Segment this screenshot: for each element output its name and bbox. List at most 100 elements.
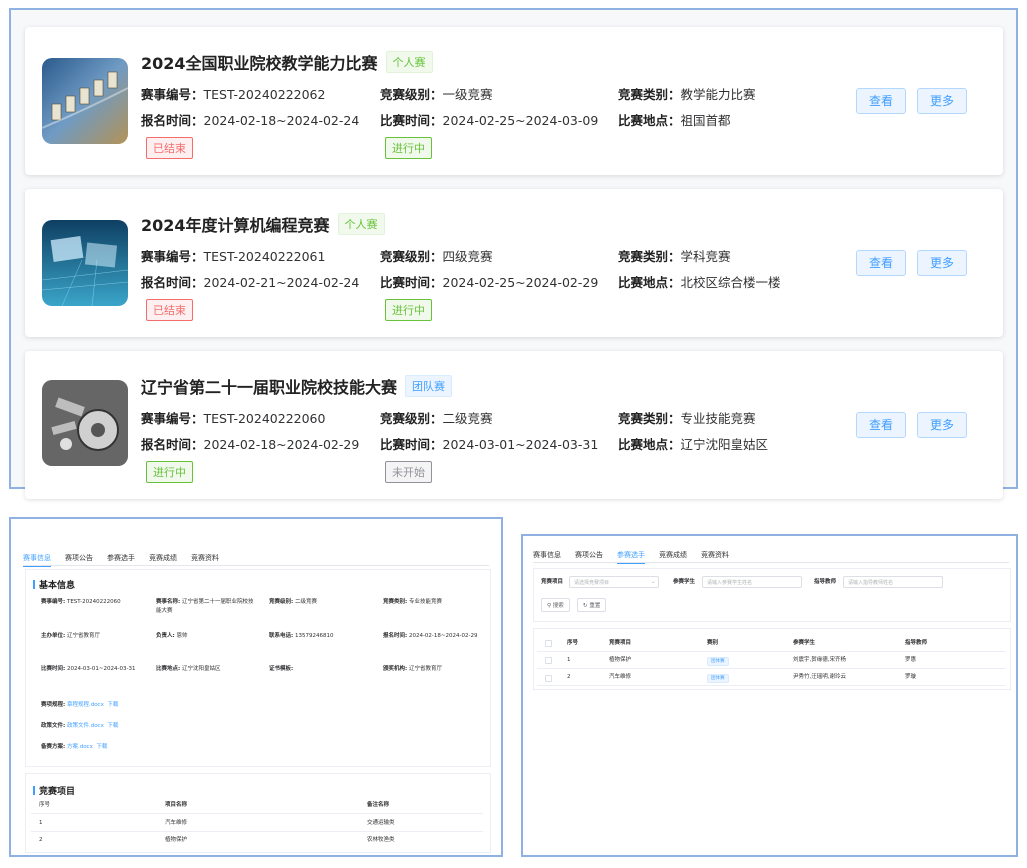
level-field: 竞赛级别：一级竞赛 [380, 87, 493, 102]
info-field: 主办单位: 辽宁省教育厅 [41, 633, 100, 639]
table-cell: 罗惠 [905, 657, 917, 663]
column-header: 指导教师 [905, 640, 928, 646]
more-button[interactable]: 更多 [917, 412, 967, 438]
info-field: 比赛地点: 辽宁沈阳皇姑区 [156, 666, 221, 672]
competition-thumbnail [42, 58, 128, 144]
table-cell: 尹秀竹,汪瑶明,谢玲云 [793, 674, 846, 680]
search-icon: ⚲ [547, 603, 552, 609]
location-field: 比赛地点：祖国首都 [618, 113, 731, 128]
column-header: 竞赛项目 [609, 640, 632, 646]
players-panel: 赛事信息 赛项公告 参赛选手 竞赛成绩 竞赛资料 竞赛项目 请选择竞赛项目 ⌄ … [521, 534, 1018, 857]
registration-status-badge: 进行中 [146, 461, 193, 483]
column-header: 序号 [567, 640, 579, 646]
info-field: 负责人: 恩帅 [156, 633, 188, 639]
competition-title: 2024全国职业院校教学能力比赛 [141, 54, 378, 73]
competition-items-title: 竞赛项目 [33, 784, 75, 797]
match-status-badge: 未开始 [385, 461, 432, 483]
download-link[interactable]: 下载 [96, 744, 107, 750]
competition-card: 辽宁省第二十一届职业院校技能大赛 团队赛 赛事编号：TEST-202402220… [25, 351, 1003, 499]
code-field: 赛事编号：TEST-20240222062 [141, 87, 326, 102]
download-link[interactable]: 下载 [107, 723, 118, 729]
info-field: 竞赛类别: 专业技能竞赛 [383, 599, 442, 605]
competition-title: 辽宁省第二十一届职业院校技能大赛 [141, 378, 398, 397]
table-cell: 1 [39, 820, 43, 826]
row-checkbox[interactable] [545, 657, 552, 664]
reset-button[interactable]: ↻ 重置 [577, 598, 607, 612]
level-field: 竞赛级别：四级竞赛 [380, 249, 493, 264]
competition-list-panel: 2024全国职业院校教学能力比赛 个人赛 赛事编号：TEST-202402220… [9, 8, 1018, 499]
location-field: 比赛地点：辽宁沈阳皇姑区 [618, 437, 769, 452]
registration-time-field: 报名时间：2024-02-18~2024-02-29 [141, 437, 360, 452]
competition-detail-panel: 赛事信息 赛项公告 参赛选手 竞赛成绩 竞赛资料 基本信息 赛事编号: TEST… [9, 517, 503, 857]
registration-status-badge: 已结束 [146, 299, 193, 321]
search-button[interactable]: ⚲ 搜索 [541, 598, 570, 612]
competition-title: 2024年度计算机编程竞赛 [141, 216, 330, 235]
match-status-badge: 进行中 [385, 137, 432, 159]
info-field: 颁奖机构: 辽宁省教育厅 [383, 666, 442, 672]
row-checkbox[interactable] [545, 675, 552, 682]
registration-time-field: 报名时间：2024-02-21~2024-02-24 [141, 275, 360, 290]
registration-status-badge: 已结束 [146, 137, 193, 159]
competition-type-tag: 个人赛 [337, 213, 385, 235]
file-row: 赛项规程: 章程规程.docx 下载 [41, 702, 119, 708]
info-field: 证书模板: [269, 666, 294, 672]
competition-thumbnail [42, 220, 128, 306]
file-link[interactable]: 政策文件.docx [67, 723, 104, 729]
info-field: 联系电话: 13579246810 [269, 633, 334, 639]
code-field: 赛事编号：TEST-20240222061 [141, 249, 326, 264]
basic-info-title: 基本信息 [33, 578, 75, 591]
table-cell: 植物保护 [165, 837, 188, 843]
teacher-filter-label: 指导教师 [814, 579, 837, 585]
project-filter-label: 竞赛项目 [541, 579, 564, 585]
view-button[interactable]: 查看 [856, 250, 906, 276]
file-link[interactable]: 方案.docx [67, 744, 93, 750]
file-row: 备赛方案: 方案.docx 下载 [41, 744, 108, 750]
teacher-input[interactable]: 请输入指导教师姓名 [843, 576, 943, 588]
match-time-field: 比赛时间：2024-03-01~2024-03-31 [380, 437, 599, 452]
table-cell: 刘震宇,贺缘德,宋齐杨 [793, 657, 846, 663]
players-table [533, 628, 1011, 690]
view-button[interactable]: 查看 [856, 412, 906, 438]
table-cell: 2 [567, 674, 571, 680]
info-field: 赛事编号: TEST-20240222060 [41, 599, 121, 605]
table-cell: 罗璇 [905, 674, 917, 680]
info-field: 比赛时间: 2024-03-01~2024-03-31 [41, 666, 136, 672]
reset-icon: ↻ [583, 603, 588, 609]
download-link[interactable]: 下载 [107, 702, 118, 708]
more-button[interactable]: 更多 [917, 88, 967, 114]
column-header: 项目名称 [165, 802, 188, 808]
table-cell: 交通运输类 [367, 820, 395, 826]
view-button[interactable]: 查看 [856, 88, 906, 114]
table-cell: 汽车维修 [165, 820, 188, 826]
category-field: 竞赛类别：教学能力比赛 [618, 87, 756, 102]
competition-type-tag: 个人赛 [385, 51, 433, 73]
match-time-field: 比赛时间：2024-02-25~2024-02-29 [380, 275, 599, 290]
competition-card: 2024年度计算机编程竞赛 个人赛 赛事编号：TEST-20240222061 … [25, 189, 1003, 337]
competition-type-tag: 团队赛 [405, 375, 453, 397]
match-time-field: 比赛时间：2024-02-25~2024-03-09 [380, 113, 599, 128]
project-select[interactable]: 请选择竞赛项目 [569, 576, 659, 588]
info-field: 赛事名称: 辽宁省第二十一届职业院校技能大赛 [156, 599, 254, 614]
table-cell: 农林牧渔类 [367, 837, 395, 843]
file-row: 政策文件: 政策文件.docx 下载 [41, 723, 119, 729]
code-field: 赛事编号：TEST-20240222060 [141, 411, 326, 426]
select-all-checkbox[interactable] [545, 640, 552, 647]
column-header: 序号 [39, 802, 51, 808]
column-header: 备注名称 [367, 802, 390, 808]
file-link[interactable]: 章程规程.docx [67, 702, 104, 708]
student-filter-label: 参赛学生 [673, 579, 696, 585]
column-header: 参赛学生 [793, 640, 816, 646]
table-cell: 汽车维修 [609, 674, 632, 680]
competition-card: 2024全国职业院校教学能力比赛 个人赛 赛事编号：TEST-202402220… [25, 27, 1003, 175]
category-field: 竞赛类别：学科竞赛 [618, 249, 731, 264]
team-type-tag: 团体赛 [707, 674, 729, 683]
level-field: 竞赛级别：二级竞赛 [380, 411, 493, 426]
column-header: 赛别 [707, 640, 719, 646]
student-input[interactable]: 请输入参赛学生姓名 [702, 576, 802, 588]
competition-thumbnail [42, 380, 128, 466]
more-button[interactable]: 更多 [917, 250, 967, 276]
match-status-badge: 进行中 [385, 299, 432, 321]
chevron-down-icon: ⌄ [651, 579, 656, 585]
table-cell: 植物保护 [609, 657, 632, 663]
info-field: 报名时间: 2024-02-18~2024-02-29 [383, 633, 478, 639]
